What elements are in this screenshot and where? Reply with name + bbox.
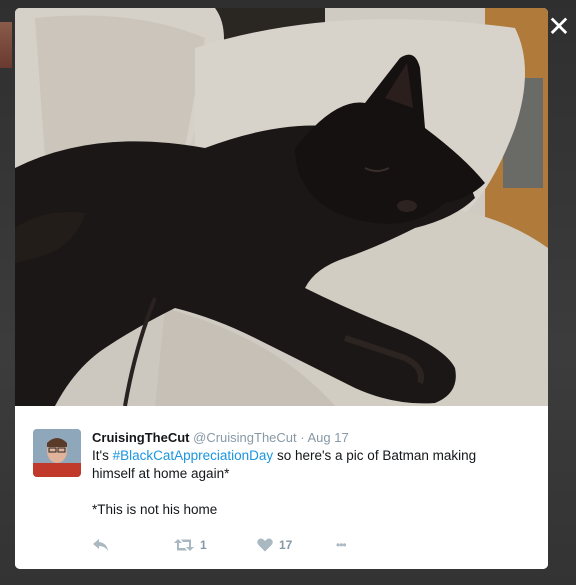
reply-icon	[93, 539, 108, 551]
tweet-card: CruisingTheCut @CruisingTheCut · Aug 17 …	[15, 406, 548, 569]
media-modal: CruisingTheCut @CruisingTheCut · Aug 17 …	[15, 8, 548, 569]
tweet-text-start: It's	[92, 448, 113, 463]
avatar[interactable]	[33, 429, 81, 477]
tweet-footnote: *This is not his home	[92, 502, 218, 517]
tweet-text: It's #BlackCatAppreciationDay so here's …	[92, 447, 512, 483]
close-icon[interactable]: ✕	[546, 13, 572, 41]
heart-icon	[257, 538, 273, 552]
hashtag-link[interactable]: #BlackCatAppreciationDay	[113, 448, 274, 463]
reply-button[interactable]	[92, 536, 110, 554]
retweet-count: 1	[200, 538, 207, 552]
retweet-button[interactable]: 1	[174, 536, 207, 554]
like-button[interactable]: 17	[257, 536, 292, 554]
more-icon[interactable]: •••	[336, 536, 347, 554]
display-name[interactable]: CruisingTheCut	[92, 430, 190, 445]
separator-dot: ·	[300, 430, 305, 445]
tweet-actions: 1 17 •••	[92, 536, 412, 554]
black-cat-photo	[15, 8, 548, 406]
tweet-photo[interactable]	[15, 8, 548, 406]
background-avatar	[0, 22, 12, 68]
tweet-header: CruisingTheCut @CruisingTheCut · Aug 17	[92, 429, 532, 447]
user-avatar-image	[33, 429, 81, 477]
user-handle[interactable]: @CruisingTheCut	[193, 430, 297, 445]
tweet-date[interactable]: Aug 17	[308, 430, 349, 445]
retweet-icon	[174, 539, 194, 551]
like-count: 17	[279, 538, 293, 552]
